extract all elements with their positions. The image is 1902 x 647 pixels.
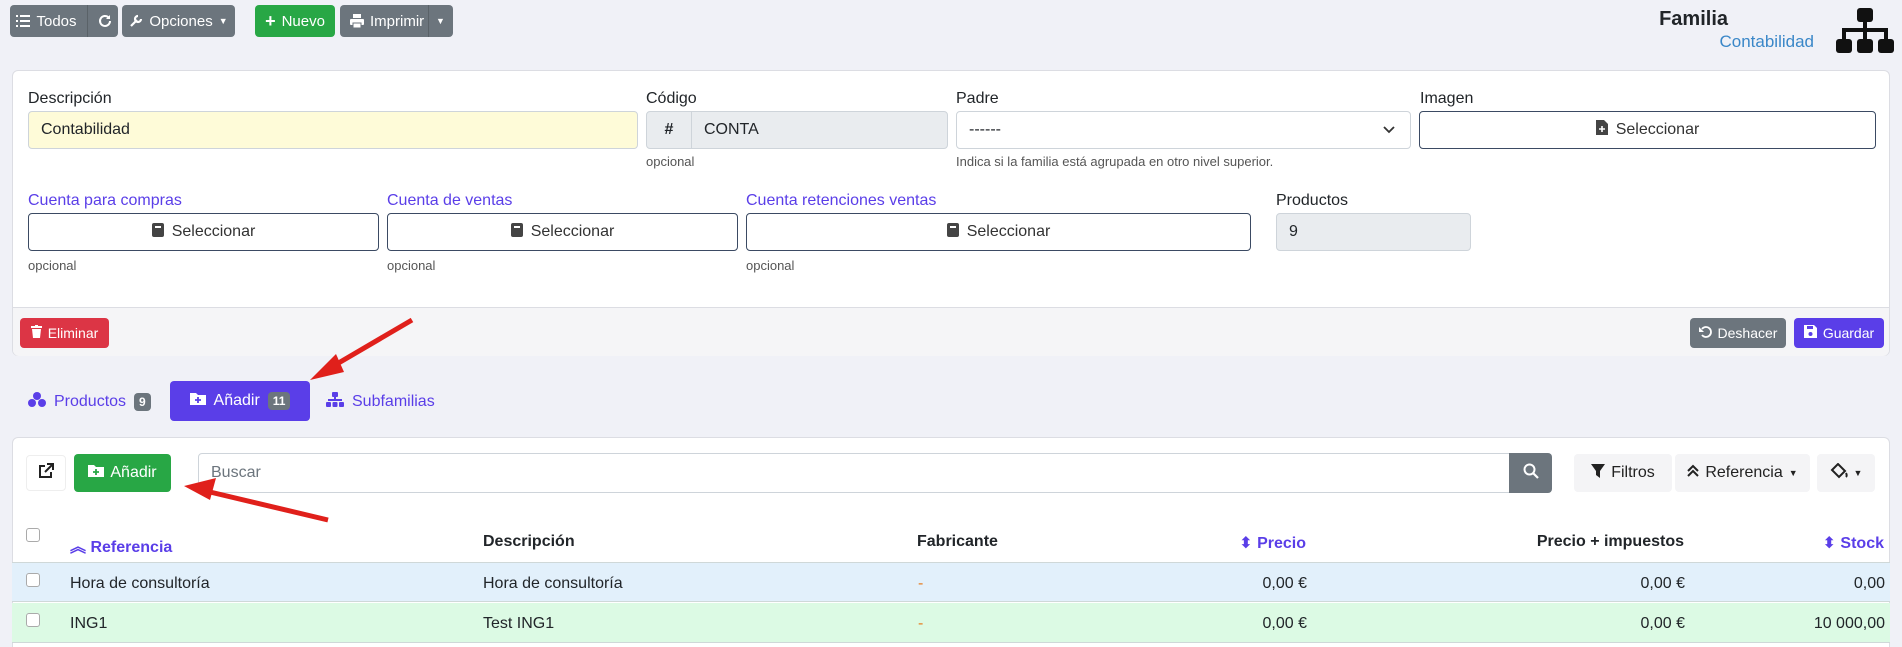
arrow-to-add-button — [184, 478, 329, 523]
annotation-arrows — [184, 317, 414, 523]
arrow-to-tab-anadir — [310, 317, 414, 380]
